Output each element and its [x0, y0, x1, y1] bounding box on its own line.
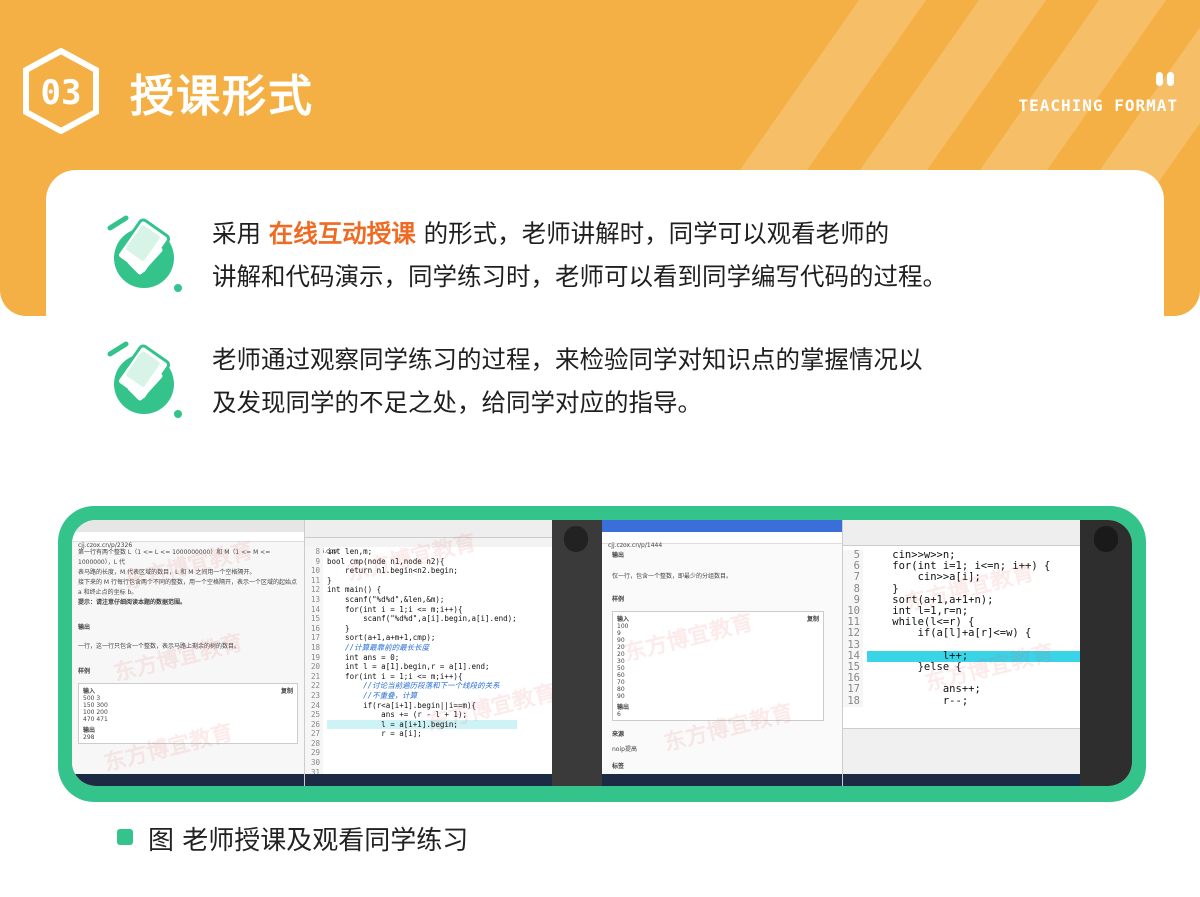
left-webpage-pane: cjj.czox.cn/p/2326 第一行有两个整数 L（1 <= L <= … — [72, 520, 304, 786]
bullet-text: 老师通过观察同学练习的过程，来检验同学对知识点的掌握情况以 及发现同学的不足之处… — [212, 345, 923, 417]
windows-taskbar — [843, 774, 1080, 786]
ide-toolbar — [843, 520, 1080, 546]
right-webpage-pane: cjj.czox.cn/p/1444 输出 仅一行，包含一个整数，即最少的分组数… — [602, 520, 842, 786]
compile-output-panel — [843, 728, 1080, 774]
figure-caption: 图 老师授课及观看同学练习 — [148, 826, 469, 856]
header-tag: TEACHING FORMAT — [1018, 96, 1178, 115]
webcam-strip — [552, 520, 602, 786]
caption-bullet — [117, 829, 133, 845]
browser-address-bar: cjj.czox.cn/p/2326 — [72, 532, 304, 549]
windows-taskbar — [602, 774, 842, 786]
browser-tab-bar — [602, 520, 842, 532]
green-pencil-check-icon — [107, 341, 182, 418]
webcam-person — [564, 526, 588, 552]
screenshot-image: cjj.czox.cn/p/2326 第一行有两个整数 L（1 <= L <= … — [72, 520, 1132, 786]
green-pencil-check-icon — [107, 215, 182, 292]
highlight-online-teaching: 在线互动授课 — [268, 219, 416, 248]
section-number-badge: 03 — [23, 48, 99, 134]
copy-button[interactable]: 复制 — [281, 686, 293, 695]
right-code-editor-pane: 5 6 7 8 9 10 11 12 13 14 15 16 17 18 cin>>w>>n; for(i… — [842, 520, 1080, 786]
bullet-text: 采用 在线互动授课 的形式，老师讲解时，同学可以观看老师的 讲解和代码演示，同学… — [212, 219, 947, 291]
section-title: 授课形式 — [130, 71, 314, 122]
left-code-editor-pane: 2326.cpp 8 9 10 11 12 13 14 15 16 17 18 19 20 21 22 23 2… — [304, 520, 552, 786]
badge-number: 03 — [41, 73, 82, 113]
line-numbers: 8 9 10 11 12 13 14 15 16 17 18 19 20 21 22 23 24 25 26 27 28… — [305, 547, 323, 778]
line-numbers: 5 6 7 8 9 10 11 12 13 14 15 16 17 18 — [843, 549, 863, 707]
webcam-person — [1094, 526, 1118, 552]
browser-tab-bar — [72, 520, 304, 532]
corner-mark-icon — [1156, 72, 1174, 86]
copy-button[interactable]: 复制 — [807, 614, 819, 623]
windows-taskbar — [305, 774, 552, 786]
webcam-strip — [1080, 520, 1132, 786]
browser-address-bar: cjj.czox.cn/p/1444 — [602, 532, 842, 549]
